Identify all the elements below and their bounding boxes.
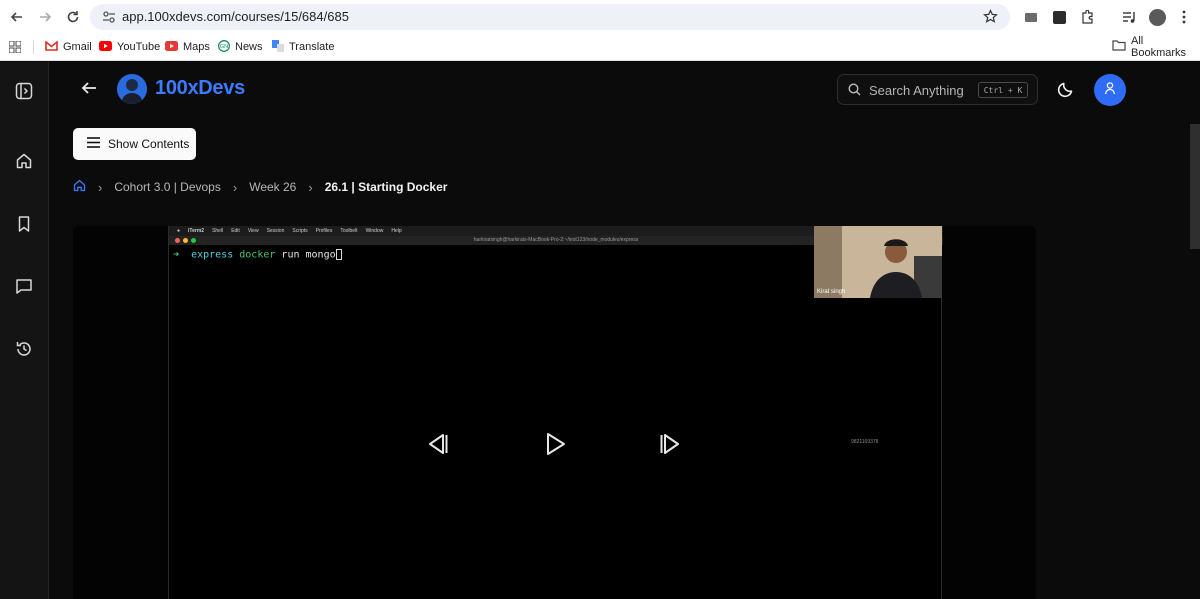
menu-icon [87,137,100,151]
breadcrumb: › Cohort 3.0 | Devops › Week 26 › 26.1 |… [73,179,447,195]
skip-forward-icon[interactable] [658,431,684,457]
profile-avatar[interactable] [1148,8,1166,26]
breadcrumb-item-week[interactable]: Week 26 [249,180,296,194]
sidebar [0,62,49,599]
page-scrollbar[interactable] [1190,124,1200,249]
menubar-item: Shell [212,228,224,234]
bookmark-translate[interactable]: Translate [272,39,334,55]
history-icon[interactable] [15,340,35,360]
back-arrow-icon[interactable] [80,79,98,97]
gmail-icon [45,39,58,54]
prompt-directory: express [191,249,234,261]
command-name: docker [239,249,276,261]
bookmarks-bar: Gmail YouTube Maps GN News Translate All… [0,33,1200,61]
breadcrumb-current: 26.1 | Starting Docker [324,180,448,194]
bookmark-label: YouTube [117,41,161,53]
logo-text[interactable]: 100xDevs [155,77,245,100]
news-icon: GN [218,39,230,55]
all-bookmarks-button[interactable]: All Bookmarks [1112,35,1200,59]
home-icon[interactable] [15,152,35,172]
site-info-icon[interactable] [102,10,116,29]
video-frame: ● iTerm2 Shell Edit View Session Scripts… [168,226,943,599]
menubar-item: Edit [231,228,240,234]
play-icon[interactable] [542,431,568,457]
more-menu-icon[interactable] [1175,8,1193,26]
media-control-icon[interactable] [1120,8,1138,26]
terminal-command-line: ➜ express docker run mongo [173,249,342,261]
translate-icon [272,39,284,55]
all-bookmarks-label: All Bookmarks [1131,35,1187,59]
reload-icon[interactable] [62,6,84,28]
user-avatar[interactable] [1094,74,1126,106]
youtube-icon [99,40,112,54]
phone-watermark: 9821169378 [851,439,879,445]
search-input[interactable]: Search Anything Ctrl + K [837,74,1038,105]
address-bar[interactable]: app.100xdevs.com/courses/15/684/685 [90,4,1010,30]
extension-icon[interactable] [1050,8,1068,26]
logo-avatar[interactable] [117,74,147,104]
apps-grid-icon[interactable] [9,39,21,55]
bookmark-gmail[interactable]: Gmail [45,39,92,55]
breadcrumb-item-cohort[interactable]: Cohort 3.0 | Devops [114,180,221,194]
show-contents-label: Show Contents [108,137,190,151]
menubar-item: Profiles [315,228,333,234]
chevron-right-icon: › [98,179,103,195]
bookmark-maps[interactable]: Maps [165,39,210,55]
bookmark-label: Translate [289,41,335,53]
search-icon [848,83,861,101]
prompt-arrow: ➜ [173,249,180,261]
extension-icon[interactable] [1022,8,1040,26]
bookmark-label: News [235,41,263,53]
menubar-item: View [247,228,259,234]
back-arrow-icon[interactable] [6,6,28,28]
skip-back-icon[interactable] [424,431,450,457]
webcam-label: Kirat singh [817,289,846,295]
bookmark-label: Gmail [63,41,92,53]
bookmark-youtube[interactable]: YouTube [99,39,160,55]
user-icon [1103,81,1117,100]
webcam-overlay: Kirat singh [814,226,942,298]
command-args: run mongo [281,249,336,261]
chat-icon[interactable] [15,277,35,297]
video-player[interactable]: ● iTerm2 Shell Edit View Session Scripts… [73,226,1036,599]
menubar-item: Session [266,228,285,234]
chevron-right-icon: › [308,179,313,195]
bookmark-star-icon[interactable] [983,9,998,29]
forward-arrow-icon[interactable] [34,6,56,28]
search-shortcut: Ctrl + K [978,82,1028,98]
menubar-item: Scripts [292,228,308,234]
browser-toolbar: app.100xdevs.com/courses/15/684/685 [0,0,1200,33]
show-contents-button[interactable]: Show Contents [73,128,196,160]
svg-text:GN: GN [220,44,228,50]
terminal-cursor [335,249,342,260]
window-controls [175,238,196,243]
extensions-puzzle-icon[interactable] [1078,8,1096,26]
menubar-item: Help [391,228,402,234]
url-text: app.100xdevs.com/courses/15/684/685 [122,9,349,24]
bookmark-news[interactable]: GN News [218,39,263,55]
app-container: 100xDevs Search Anything Ctrl + K Show C… [0,62,1200,599]
maps-icon [165,40,178,54]
menubar-item: iTerm2 [188,228,205,234]
apple-icon: ● [177,228,181,234]
theme-toggle-moon-icon[interactable] [1057,80,1075,98]
folder-icon [1112,40,1126,54]
breadcrumb-home-icon[interactable] [73,179,86,195]
menubar-item: Window [365,228,384,234]
bookmark-label: Maps [183,41,210,53]
search-placeholder: Search Anything [869,83,964,98]
bookmark-icon[interactable] [15,215,35,235]
chevron-right-icon: › [232,179,238,195]
sidebar-toggle-icon[interactable] [15,82,35,102]
menubar-item: Toolbelt [340,228,358,234]
